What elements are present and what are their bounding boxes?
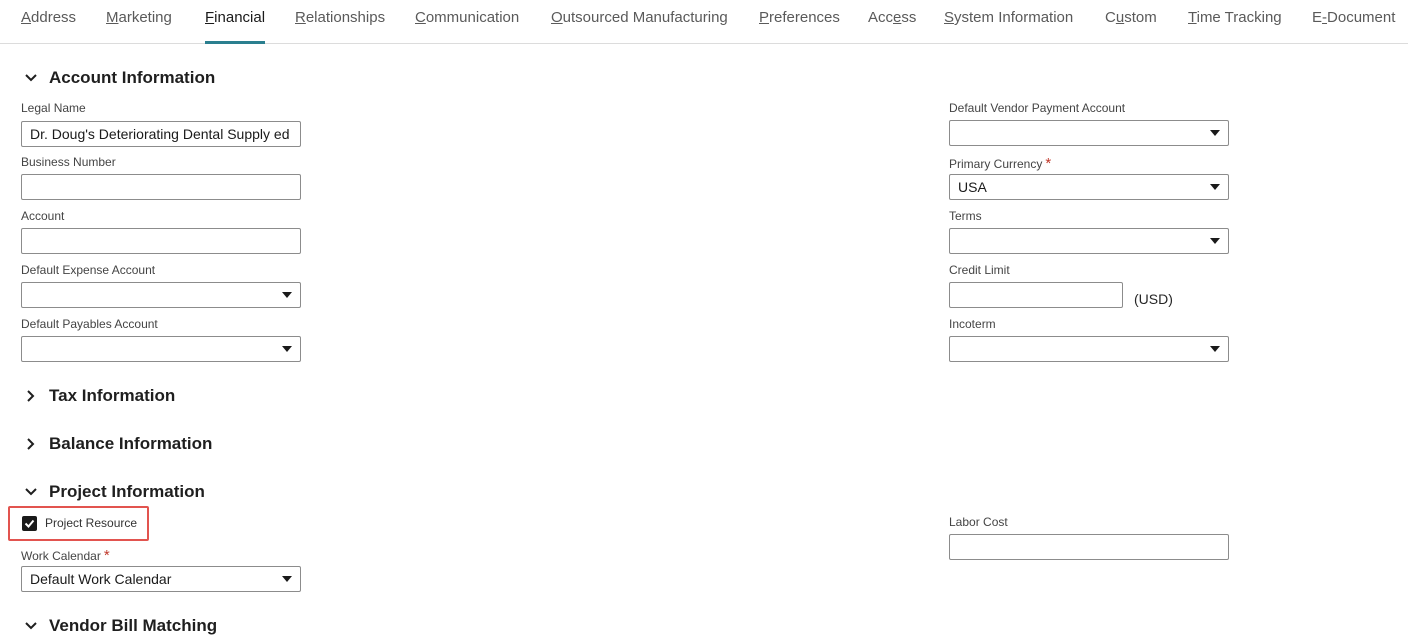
tab-text: ystem Information xyxy=(954,9,1074,26)
caret-down-icon xyxy=(1210,346,1220,352)
tab-mnemonic: O xyxy=(551,9,563,26)
caret-down-icon xyxy=(282,292,292,298)
tab-text: E xyxy=(1312,9,1323,26)
credit-limit-input[interactable] xyxy=(949,282,1123,308)
labor-cost-label: Labor Cost xyxy=(949,515,1008,529)
project-resource-label: Project Resource xyxy=(45,516,138,530)
tab-system-information[interactable]: System Information xyxy=(944,0,1073,44)
tab-financial[interactable]: Financial xyxy=(205,0,266,44)
section-title: Tax Information xyxy=(49,386,176,405)
select-value: USA xyxy=(958,179,987,195)
tab-text: Acc xyxy=(868,9,894,26)
tab-text: ddress xyxy=(31,9,77,26)
tab-communication[interactable]: Communication xyxy=(415,0,519,44)
subtab-bar: Address Marketing Financial Relationship… xyxy=(0,0,1408,44)
account-label: Account xyxy=(21,209,65,223)
tab-text: elationships xyxy=(305,9,386,26)
primary-currency-select[interactable]: USA xyxy=(949,174,1229,200)
chevron-down-icon xyxy=(25,488,37,496)
tab-mnemonic: S xyxy=(944,9,955,26)
default-payables-account-select[interactable] xyxy=(21,336,301,362)
default-expense-account-label: Default Expense Account xyxy=(21,263,156,277)
caret-down-icon xyxy=(1210,184,1220,190)
project-resource-checkbox[interactable] xyxy=(22,516,37,531)
caret-down-icon xyxy=(1210,238,1220,244)
business-number-label: Business Number xyxy=(21,155,116,169)
label-text: Primary Currency xyxy=(949,157,1043,171)
tab-marketing[interactable]: Marketing xyxy=(106,0,172,44)
tab-text: ss xyxy=(901,9,917,26)
section-title: Account Information xyxy=(49,68,216,87)
default-payables-account-label: Default Payables Account xyxy=(21,317,158,331)
primary-currency-label: Primary Currency * xyxy=(949,155,1051,172)
tab-outsourced-manufacturing[interactable]: Outsourced Manufacturing xyxy=(551,0,728,44)
tab-mnemonic: R xyxy=(295,9,306,26)
required-asterisk: * xyxy=(103,547,110,564)
tab-text: ime Tracking xyxy=(1196,9,1282,26)
default-vendor-payment-account-select[interactable] xyxy=(949,120,1229,146)
tab-time-tracking[interactable]: Time Tracking xyxy=(1188,0,1282,44)
work-calendar-label: Work Calendar * xyxy=(21,547,110,564)
section-account-information[interactable]: Account Information xyxy=(22,66,215,90)
work-calendar-select[interactable]: Default Work Calendar xyxy=(21,566,301,592)
business-number-input[interactable] xyxy=(21,174,301,200)
tab-mnemonic: M xyxy=(106,9,119,26)
chevron-right-icon xyxy=(27,390,35,402)
tab-preferences[interactable]: Preferences xyxy=(759,0,840,44)
label-text: Work Calendar xyxy=(21,549,101,563)
section-title: Vendor Bill Matching xyxy=(49,616,218,635)
credit-limit-currency: (USD) xyxy=(1134,291,1173,307)
required-asterisk: * xyxy=(1045,155,1052,172)
incoterm-label: Incoterm xyxy=(949,317,996,331)
tab-text: arketing xyxy=(118,9,172,26)
tab-text: utsourced Manufacturing xyxy=(562,9,728,26)
section-title: Balance Information xyxy=(49,434,213,453)
legal-name-label: Legal Name xyxy=(21,101,86,115)
chevron-down-icon xyxy=(25,622,37,630)
tab-custom[interactable]: Custom xyxy=(1105,0,1157,44)
incoterm-select[interactable] xyxy=(949,336,1229,362)
tab-relationships[interactable]: Relationships xyxy=(295,0,385,44)
section-tax-information[interactable]: Tax Information xyxy=(22,384,175,408)
tab-mnemonic: A xyxy=(21,9,32,26)
default-vendor-payment-account-label: Default Vendor Payment Account xyxy=(949,101,1126,115)
tab-text: stom xyxy=(1124,9,1157,26)
terms-label: Terms xyxy=(949,209,982,223)
section-project-information[interactable]: Project Information xyxy=(22,480,205,504)
tab-mnemonic: C xyxy=(415,9,426,26)
tab-mnemonic: F xyxy=(205,9,215,26)
tab-mnemonic: T xyxy=(1188,9,1197,26)
tab-mnemonic: u xyxy=(1115,9,1125,26)
credit-limit-label: Credit Limit xyxy=(949,263,1010,277)
tab-text: ommunication xyxy=(425,9,520,26)
section-balance-information[interactable]: Balance Information xyxy=(22,432,212,456)
tab-text: references xyxy=(769,9,840,26)
account-input[interactable] xyxy=(21,228,301,254)
caret-down-icon xyxy=(282,346,292,352)
tab-text: C xyxy=(1105,9,1116,26)
select-value: Default Work Calendar xyxy=(30,571,172,587)
caret-down-icon xyxy=(1210,130,1220,136)
tab-mnemonic: P xyxy=(759,9,770,26)
labor-cost-input[interactable] xyxy=(949,534,1229,560)
tab-text: inancial xyxy=(214,9,266,26)
chevron-right-icon xyxy=(27,438,35,450)
terms-select[interactable] xyxy=(949,228,1229,254)
tab-e-document[interactable]: E-Document xyxy=(1312,0,1395,44)
default-expense-account-select[interactable] xyxy=(21,282,301,308)
section-vendor-bill-matching[interactable]: Vendor Bill Matching xyxy=(22,614,217,638)
chevron-down-icon xyxy=(25,74,37,82)
checkmark-icon xyxy=(24,519,35,528)
tab-address[interactable]: Address xyxy=(21,0,76,44)
tab-text: Document xyxy=(1327,9,1396,26)
caret-down-icon xyxy=(282,576,292,582)
tab-access[interactable]: Access xyxy=(868,0,916,44)
section-title: Project Information xyxy=(49,482,205,501)
legal-name-input[interactable]: Dr. Doug's Deteriorating Dental Supply e… xyxy=(21,121,301,147)
